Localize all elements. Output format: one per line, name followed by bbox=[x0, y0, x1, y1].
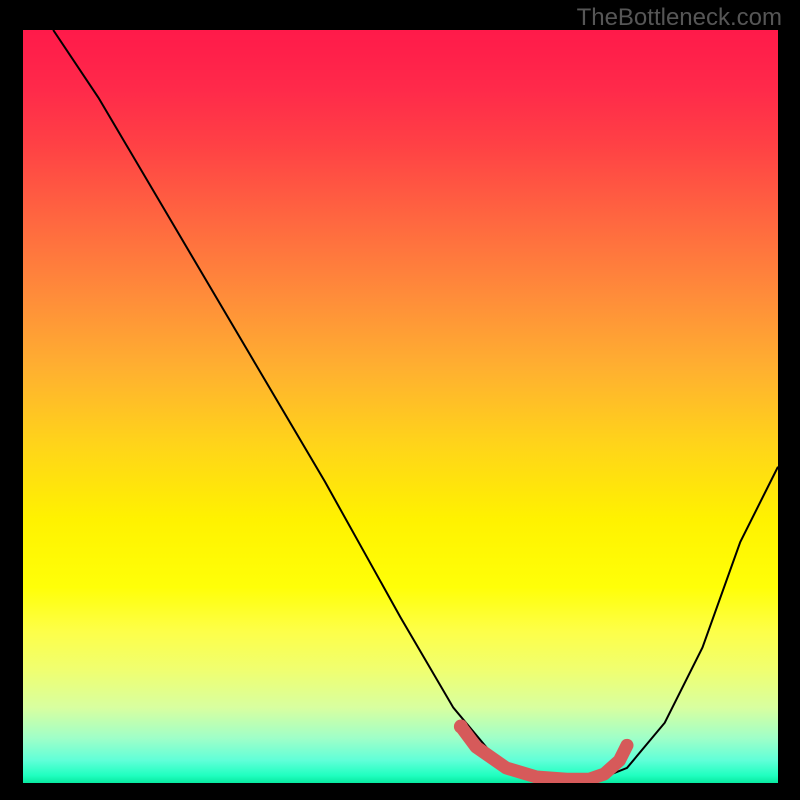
curve-overlay bbox=[23, 30, 778, 783]
watermark-text: TheBottleneck.com bbox=[577, 4, 782, 32]
chart-container: TheBottleneck.com bbox=[0, 0, 800, 800]
optimal-range-highlight bbox=[461, 727, 627, 780]
optimal-range-dot bbox=[454, 720, 468, 734]
plot-area bbox=[23, 30, 778, 783]
bottleneck-curve bbox=[53, 30, 778, 783]
